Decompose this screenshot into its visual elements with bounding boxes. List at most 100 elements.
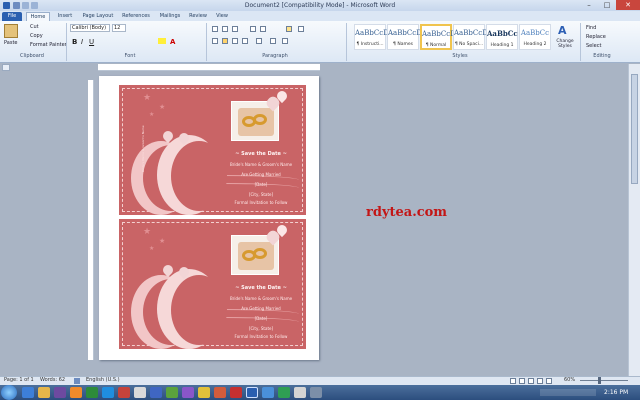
multilevel-list-icon[interactable] — [232, 26, 238, 32]
chrome-icon[interactable] — [214, 387, 226, 398]
style-heading-1[interactable]: AaBbCc Heading 1 — [486, 24, 518, 50]
bullets-icon[interactable] — [212, 26, 218, 32]
increase-indent-icon[interactable] — [260, 26, 266, 32]
bold-button[interactable]: B — [72, 38, 77, 46]
underline-button[interactable]: U — [89, 38, 94, 46]
app-icon[interactable] — [118, 387, 130, 398]
app-icon[interactable] — [278, 387, 290, 398]
outline-icon[interactable] — [537, 378, 543, 384]
zoom-slider-thumb[interactable] — [598, 377, 601, 384]
align-right-icon[interactable] — [232, 38, 238, 44]
app-icon[interactable] — [150, 387, 162, 398]
paste-button[interactable]: Paste — [4, 40, 18, 46]
system-tray[interactable] — [540, 389, 596, 396]
cut-button[interactable]: Cut — [30, 24, 39, 30]
app-icon[interactable] — [86, 387, 98, 398]
replace-button[interactable]: Replace — [586, 34, 606, 40]
word-icon[interactable] — [246, 387, 258, 398]
style-label: ¶ No Spaci... — [454, 42, 484, 47]
word-count[interactable]: Words: 62 — [40, 377, 65, 383]
word-app-icon[interactable] — [3, 2, 10, 9]
tab-mailings[interactable]: Mailings — [156, 12, 184, 21]
app-icon[interactable] — [134, 387, 146, 398]
save-the-date-card[interactable]: ★ ★ ★ ~ Save the Date ~ Bride's Name & G… — [119, 219, 306, 349]
zoom-slider[interactable] — [580, 380, 628, 381]
app-icon[interactable] — [182, 387, 194, 398]
horizontal-ruler[interactable] — [98, 64, 320, 71]
print-layout-icon[interactable] — [510, 378, 516, 384]
language-indicator[interactable]: English (U.S.) — [86, 377, 120, 383]
change-styles-icon[interactable]: A — [558, 24, 570, 37]
tab-review[interactable]: Review — [186, 12, 210, 21]
web-layout-icon[interactable] — [528, 378, 534, 384]
zoom-level[interactable]: 60% — [564, 377, 575, 383]
shading-icon[interactable] — [270, 38, 276, 44]
firefox-icon[interactable] — [70, 387, 82, 398]
show-hide-icon[interactable] — [298, 26, 304, 32]
tab-references[interactable]: References — [118, 12, 154, 21]
app-icon[interactable] — [262, 387, 274, 398]
word-window: Document2 [Compatibility Mode] - Microso… — [0, 0, 640, 400]
media-player-icon[interactable] — [54, 387, 66, 398]
clock[interactable]: 2:16 PM — [604, 389, 628, 396]
close-button[interactable]: ✕ — [616, 0, 640, 10]
app-icon[interactable] — [294, 387, 306, 398]
style-names[interactable]: AaBbCcD ¶ Names — [387, 24, 422, 50]
explorer-icon[interactable] — [38, 387, 50, 398]
justify-icon[interactable] — [242, 38, 248, 44]
font-size-select[interactable]: 12 — [112, 24, 126, 32]
undo-icon[interactable] — [22, 2, 29, 9]
vertical-ruler[interactable] — [88, 80, 94, 360]
style-normal[interactable]: AaBbCcD ¶ Normal — [420, 24, 456, 50]
style-heading-2[interactable]: AaBbCc Heading 2 — [519, 24, 551, 50]
maximize-button[interactable]: □ — [598, 0, 616, 10]
style-label: Heading 2 — [523, 42, 547, 47]
proofing-icon[interactable] — [74, 378, 80, 384]
tab-insert[interactable]: Insert — [52, 12, 78, 21]
format-painter-button[interactable]: Format Painter — [30, 42, 67, 48]
star-decoration: ★ — [143, 227, 152, 237]
align-center-icon[interactable] — [222, 38, 228, 44]
app-icon[interactable] — [166, 387, 178, 398]
italic-button[interactable]: I — [81, 38, 83, 46]
decrease-indent-icon[interactable] — [250, 26, 256, 32]
app-icon[interactable] — [198, 387, 210, 398]
paste-icon[interactable] — [4, 24, 18, 38]
sort-icon[interactable] — [286, 26, 292, 32]
tab-home[interactable]: Home — [26, 12, 50, 21]
app-icon[interactable] — [230, 387, 242, 398]
highlight-icon[interactable] — [158, 38, 166, 44]
font-name-select[interactable]: Calibri (Body) — [70, 24, 110, 32]
start-button[interactable] — [1, 385, 17, 400]
save-icon[interactable] — [13, 2, 20, 9]
change-styles-button[interactable]: Change Styles — [553, 39, 577, 49]
line-spacing-icon[interactable] — [256, 38, 262, 44]
tab-page-layout[interactable]: Page Layout — [80, 12, 116, 21]
tab-selector[interactable] — [2, 64, 10, 71]
style-instructions[interactable]: AaBbCcD ¶ Instructi... — [354, 24, 389, 50]
vertical-scrollbar[interactable] — [628, 64, 640, 376]
borders-icon[interactable] — [282, 38, 288, 44]
app-icon[interactable] — [310, 387, 322, 398]
find-button[interactable]: Find — [586, 25, 596, 31]
style-no-spacing[interactable]: AaBbCcD ¶ No Spaci... — [453, 24, 488, 50]
crescent-cutout — [171, 141, 227, 211]
save-the-date-card[interactable]: ★ ★ ★ Bride's Name & Groom's Name ~ Save… — [119, 85, 306, 215]
tab-view[interactable]: View — [212, 12, 232, 21]
copy-button[interactable]: Copy — [30, 33, 43, 39]
style-label: ¶ Normal — [425, 43, 447, 48]
scroll-thumb[interactable] — [631, 74, 638, 184]
page-count[interactable]: Page: 1 of 1 — [4, 377, 34, 383]
app-icon[interactable] — [102, 387, 114, 398]
draft-icon[interactable] — [546, 378, 552, 384]
font-color-button[interactable]: A — [170, 38, 175, 46]
select-button[interactable]: Select — [586, 43, 601, 49]
align-left-icon[interactable] — [212, 38, 218, 44]
card-line: Are Getting Married — [241, 172, 281, 177]
tab-file[interactable]: File — [2, 12, 22, 21]
full-screen-icon[interactable] — [519, 378, 525, 384]
numbering-icon[interactable] — [222, 26, 228, 32]
minimize-button[interactable]: – — [580, 0, 598, 10]
ie-icon[interactable] — [22, 387, 34, 398]
redo-icon[interactable] — [31, 2, 38, 9]
